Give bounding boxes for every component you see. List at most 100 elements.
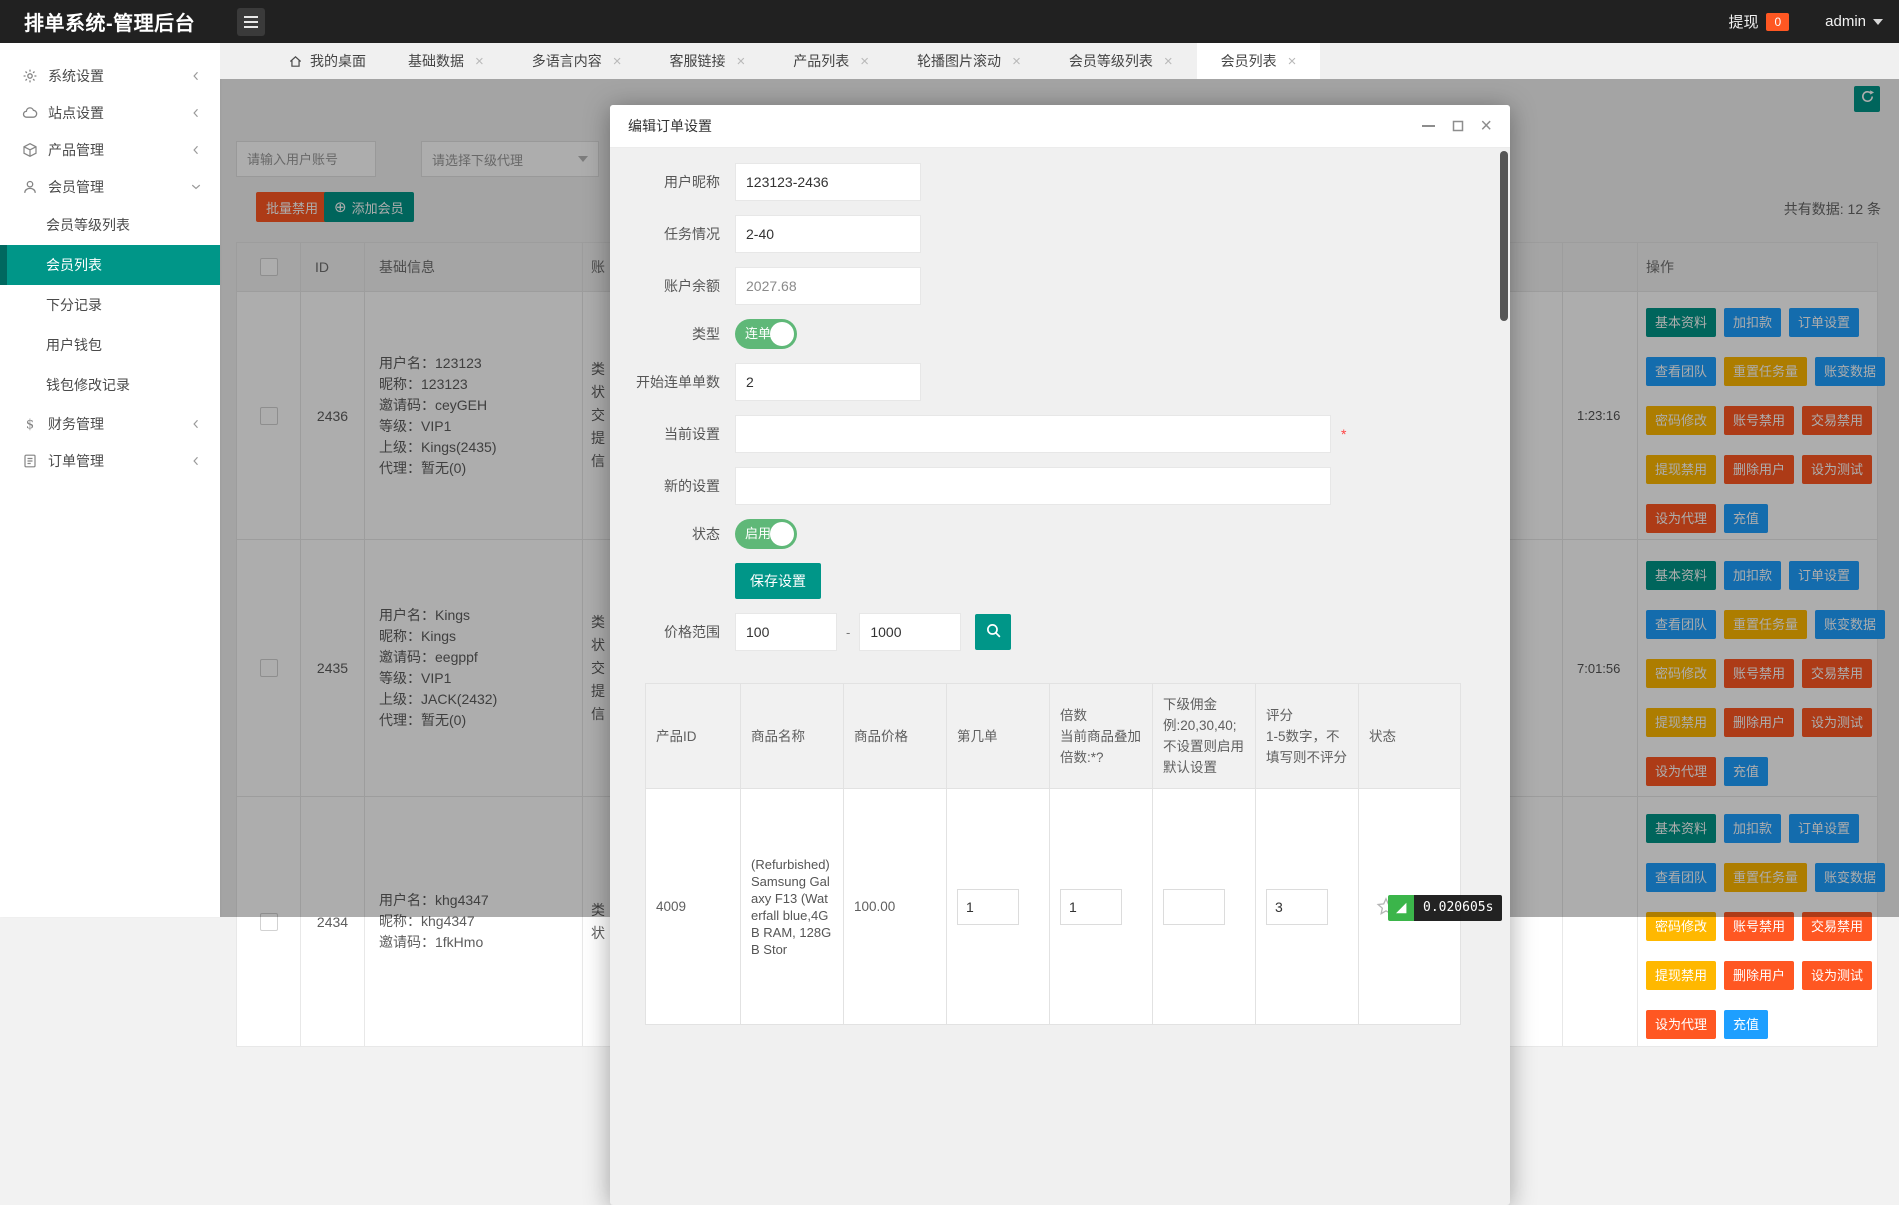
action-button[interactable]: 提现禁用	[1646, 961, 1717, 990]
product-col-header-3: 商品价格	[843, 683, 947, 789]
sidebar-group-3[interactable]: 产品管理	[0, 131, 220, 168]
tab-label: 我的桌面	[310, 53, 366, 69]
task-label: 任务情况	[664, 226, 720, 242]
tab-label: 多语言内容	[531, 53, 602, 69]
tab-6[interactable]: 会员等级列表 ×	[1045, 43, 1197, 79]
chevron-left-icon	[190, 70, 202, 82]
balance-label: 账户余额	[664, 278, 720, 294]
price-min-field[interactable]	[735, 613, 837, 651]
start-count-label: 开始连单单数	[636, 374, 720, 390]
modal-scrollbar[interactable]	[1500, 151, 1508, 321]
action-button[interactable]: 删除用户	[1724, 961, 1795, 990]
action-button[interactable]: 设为测试	[1802, 961, 1873, 990]
maximize-icon[interactable]	[1452, 120, 1464, 132]
tab-home[interactable]: 我的桌面	[270, 43, 384, 79]
close-icon[interactable]: ×	[475, 54, 484, 69]
edit-order-modal: 编辑订单设置 × 用户昵称 任务情况 账户余额 类型 连单	[610, 105, 1510, 1205]
close-icon[interactable]: ×	[1012, 54, 1021, 69]
tab-4[interactable]: 产品列表 ×	[769, 43, 893, 79]
modal-title: 编辑订单设置	[628, 118, 712, 134]
tab-label: 会员列表	[1220, 53, 1277, 69]
tab-label: 产品列表	[793, 53, 850, 69]
toggle-knob	[770, 522, 794, 546]
product-col-header-6: 下级佣金 例:20,30,40; 不设置则启用默认设置	[1152, 683, 1256, 789]
nickname-label: 用户昵称	[664, 174, 720, 190]
withdraw-menu[interactable]: 提现 0	[1728, 11, 1790, 32]
minimize-icon[interactable]	[1422, 119, 1436, 133]
action-button[interactable]: 设为代理	[1646, 1010, 1717, 1039]
product-table: 产品ID 商品名称 商品价格 第几单 倍数 当前商品叠加倍数:*? 下级佣金 例:20,3…	[645, 683, 1461, 1025]
rating-field[interactable]	[1266, 888, 1328, 925]
sidebar-group-6[interactable]: 订单管理	[0, 442, 220, 479]
type-toggle-label: 连单	[745, 326, 772, 341]
current-setting-field[interactable]	[735, 415, 1331, 453]
tab-5[interactable]: 轮播图片滚动 ×	[893, 43, 1045, 79]
sidebar-group-label: 订单管理	[48, 452, 104, 469]
close-icon[interactable]: ×	[613, 54, 622, 69]
search-icon	[985, 622, 1002, 642]
tab-label: 基础数据	[408, 53, 464, 69]
cloud-icon	[22, 105, 38, 121]
cube-icon	[22, 142, 38, 158]
balance-field[interactable]	[735, 267, 921, 305]
sidebar-group-4[interactable]: 会员管理	[0, 168, 220, 205]
nickname-field[interactable]	[735, 163, 921, 201]
sidebar-item-4-2[interactable]: 会员列表	[0, 245, 220, 285]
app-title: 排单系统-管理后台	[24, 13, 196, 35]
tab-2[interactable]: 多语言内容 ×	[508, 43, 646, 79]
sidebar-group-5[interactable]: $ 财务管理	[0, 405, 220, 442]
hamburger-icon[interactable]	[237, 7, 266, 36]
product-name: (Refurbished) Samsung Galaxy F13 (Waterf…	[751, 856, 832, 957]
chevron-left-icon	[190, 455, 202, 467]
tab-3[interactable]: 客服链接 ×	[646, 43, 770, 79]
sidebar-item-4-3[interactable]: 下分记录	[0, 285, 220, 325]
chevron-left-icon	[190, 107, 202, 119]
modal-header: 编辑订单设置 ×	[610, 105, 1510, 148]
withdraw-badge: 0	[1766, 12, 1790, 31]
user-icon	[22, 179, 38, 195]
close-icon[interactable]: ×	[1288, 54, 1297, 69]
sidebar-item-4-4[interactable]: 用户钱包	[0, 325, 220, 365]
product-col-header-1: 产品ID	[645, 683, 741, 789]
tab-7[interactable]: 会员列表 ×	[1196, 43, 1321, 79]
product-col-header-2: 商品名称	[740, 683, 844, 789]
commission-field[interactable]	[1163, 888, 1225, 925]
price-search-button[interactable]	[975, 614, 1012, 650]
product-row-4009: 4009 (Refurbished) Samsung Galaxy F13 (Wa…	[645, 788, 1461, 1025]
close-icon[interactable]: ×	[1164, 54, 1173, 69]
speed-gauge-icon	[1388, 895, 1414, 921]
sidebar-group-label: 产品管理	[48, 141, 104, 158]
type-toggle[interactable]: 连单	[735, 319, 797, 349]
price-max-field[interactable]	[859, 613, 962, 651]
chevron-left-icon	[190, 418, 202, 430]
close-icon[interactable]: ×	[737, 54, 746, 69]
sidebar-group-2[interactable]: 站点设置	[0, 94, 220, 131]
caret-down-icon	[1873, 18, 1883, 25]
start-count-field[interactable]	[735, 363, 921, 401]
sidebar-group-label: 财务管理	[48, 415, 104, 432]
product-price: 100.00	[843, 788, 947, 1025]
svg-text:$: $	[26, 417, 34, 432]
sidebar-group-1[interactable]: 系统设置	[0, 57, 220, 94]
sidebar-group-label: 站点设置	[48, 104, 104, 121]
home-icon	[288, 54, 303, 69]
product-col-header-8: 状态	[1358, 683, 1461, 789]
close-icon[interactable]: ×	[1480, 116, 1492, 136]
sidebar-group-label: 会员管理	[48, 178, 104, 195]
new-setting-field[interactable]	[735, 467, 1331, 505]
user-menu[interactable]: admin	[1825, 13, 1883, 30]
status-toggle[interactable]: 启用	[735, 519, 797, 549]
tab-1[interactable]: 基础数据 ×	[384, 43, 508, 79]
dollar-icon: $	[22, 416, 38, 432]
product-col-header-5: 倍数 当前商品叠加倍数:*?	[1049, 683, 1153, 789]
chevron-left-icon	[190, 144, 202, 156]
nth-order-field[interactable]	[957, 888, 1019, 925]
task-field[interactable]	[735, 215, 921, 253]
save-settings-button[interactable]: 保存设置	[735, 563, 821, 599]
action-button[interactable]: 充值	[1724, 1010, 1769, 1039]
sidebar-item-4-1[interactable]: 会员等级列表	[0, 205, 220, 245]
close-icon[interactable]: ×	[860, 54, 869, 69]
multiple-field[interactable]	[1060, 888, 1122, 925]
sidebar-item-4-5[interactable]: 钱包修改记录	[0, 365, 220, 405]
timer-value: 0.020605s	[1414, 895, 1503, 921]
